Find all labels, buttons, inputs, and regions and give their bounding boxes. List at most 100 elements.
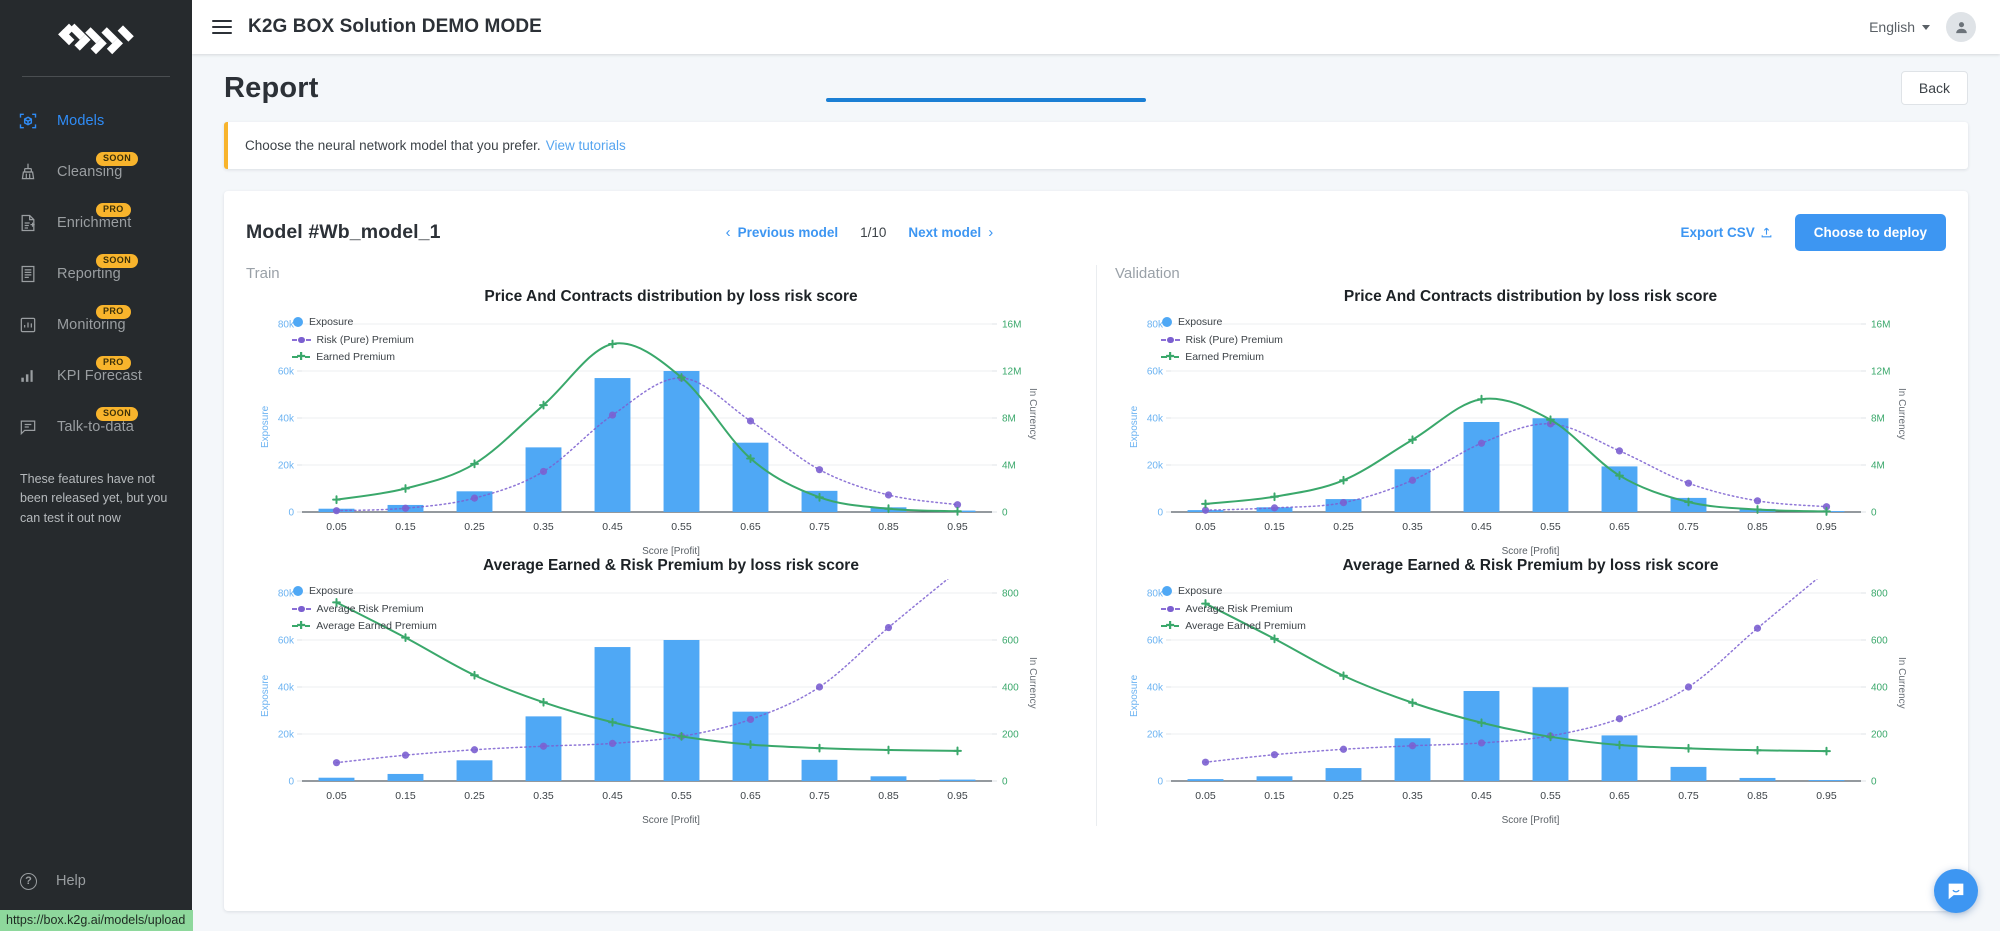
view-tutorials-link[interactable]: View tutorials bbox=[546, 138, 626, 153]
chart-legend: Exposure Average Risk Premium ✚ Average Ear… bbox=[1161, 585, 1306, 638]
svg-text:0.85: 0.85 bbox=[878, 521, 899, 533]
choose-to-deploy-button[interactable]: Choose to deploy bbox=[1794, 213, 1946, 251]
main-area: K2G BOX Solution DEMO MODE English Repor… bbox=[192, 0, 2000, 931]
svg-text:0.25: 0.25 bbox=[464, 790, 485, 802]
language-selector[interactable]: English bbox=[1869, 19, 1930, 35]
legend-label: Exposure bbox=[309, 316, 354, 329]
svg-text:0: 0 bbox=[1002, 777, 1008, 788]
legend-label: Average Earned Premium bbox=[1185, 620, 1306, 633]
legend-item[interactable]: Risk (Pure) Premium bbox=[292, 334, 414, 347]
page-title: Report bbox=[224, 71, 319, 104]
svg-text:400: 400 bbox=[1871, 683, 1888, 694]
sidebar-item-help[interactable]: ? Help bbox=[13, 861, 192, 901]
previous-model-label: Previous model bbox=[737, 224, 839, 240]
info-banner: Choose the neural network model that you… bbox=[224, 122, 1968, 169]
legend-marker-exposure bbox=[1162, 586, 1172, 597]
legend-label: Risk (Pure) Premium bbox=[316, 333, 414, 346]
sidebar-item-talk-to-data[interactable]: SOON Talk-to-data bbox=[0, 401, 192, 452]
svg-text:0.45: 0.45 bbox=[1471, 521, 1492, 533]
sidebar-item-kpi-forecast[interactable]: PRO KPI Forecast bbox=[0, 350, 192, 401]
chart-plot: 0 20k 40k 60k 80k 0 4M 8M 12M 16M 0.05 0.15 0.25 0.35… bbox=[246, 310, 1096, 552]
svg-text:0: 0 bbox=[288, 777, 294, 788]
cube-scan-icon bbox=[13, 106, 43, 136]
pane-label: Train bbox=[246, 265, 280, 282]
svg-text:0.55: 0.55 bbox=[671, 790, 692, 802]
previous-model-button[interactable]: ‹ Previous model bbox=[726, 224, 839, 241]
svg-text:400: 400 bbox=[1002, 683, 1019, 694]
back-button[interactable]: Back bbox=[1900, 71, 1968, 105]
legend-item[interactable]: Exposure bbox=[1161, 585, 1306, 598]
model-counter: 1/10 bbox=[860, 224, 887, 240]
chat-bubble-icon bbox=[1948, 883, 1964, 900]
svg-text:4M: 4M bbox=[1871, 461, 1885, 472]
legend-marker-exposure bbox=[293, 317, 303, 328]
svg-text:40k: 40k bbox=[1147, 414, 1164, 425]
legend-item[interactable]: Average Risk Premium bbox=[292, 603, 437, 616]
svg-text:20k: 20k bbox=[1147, 730, 1164, 741]
legend-item[interactable]: Average Risk Premium bbox=[1161, 603, 1306, 616]
legend-label: Exposure bbox=[1178, 316, 1223, 329]
broom-icon bbox=[13, 157, 43, 187]
svg-text:20k: 20k bbox=[1147, 461, 1164, 472]
page-header: Report Back bbox=[224, 54, 1968, 122]
svg-text:0.55: 0.55 bbox=[671, 521, 692, 533]
sidebar-item-cleansing[interactable]: SOON Cleansing bbox=[0, 146, 192, 197]
chevron-left-icon: ‹ bbox=[725, 223, 731, 241]
legend-item[interactable]: Exposure bbox=[292, 316, 414, 329]
svg-text:0.95: 0.95 bbox=[947, 521, 968, 533]
app-root: Models SOON Cleansing PRO Enrichment SOO… bbox=[0, 0, 2000, 931]
chart-train-avg-premium: Average Earned & Risk Premium by loss ri… bbox=[246, 557, 1096, 826]
legend-item[interactable]: ✚ Earned Premium bbox=[1161, 351, 1283, 364]
legend-label: Risk (Pure) Premium bbox=[1185, 333, 1283, 346]
legend-item[interactable]: ✚ Average Earned Premium bbox=[1161, 620, 1306, 633]
sidebar-nav: Models SOON Cleansing PRO Enrichment SOO… bbox=[0, 91, 192, 452]
trend-icon bbox=[13, 361, 43, 391]
legend-item[interactable]: Exposure bbox=[1161, 316, 1283, 329]
chat-support-button[interactable] bbox=[1934, 869, 1978, 913]
chart-validation-avg-premium: Average Earned & Risk Premium by loss ri… bbox=[1115, 557, 1946, 826]
hamburger-icon[interactable] bbox=[212, 20, 232, 34]
legend-item[interactable]: Exposure bbox=[292, 585, 437, 598]
chart-title: Price And Contracts distribution by loss… bbox=[1343, 288, 1718, 305]
svg-text:0.55: 0.55 bbox=[1540, 790, 1561, 802]
legend-item[interactable]: ✚ Average Earned Premium bbox=[292, 620, 437, 633]
svg-text:0.95: 0.95 bbox=[1816, 790, 1837, 802]
svg-text:0.65: 0.65 bbox=[1609, 521, 1630, 533]
sidebar-item-models[interactable]: Models bbox=[0, 95, 192, 146]
pane-validation: Validation Price And Contracts distribut… bbox=[1096, 265, 1946, 826]
svg-text:12M: 12M bbox=[1871, 367, 1890, 378]
svg-text:16M: 16M bbox=[1002, 320, 1021, 331]
chat-list-icon bbox=[13, 412, 43, 442]
legend-marker-exposure bbox=[1162, 317, 1172, 328]
help-label: Help bbox=[56, 873, 86, 889]
sidebar-item-reporting[interactable]: SOON Reporting bbox=[0, 248, 192, 299]
user-avatar[interactable] bbox=[1946, 12, 1976, 42]
svg-text:800: 800 bbox=[1871, 589, 1888, 600]
user-avatar-icon bbox=[1955, 21, 1967, 33]
svg-text:0.25: 0.25 bbox=[1333, 790, 1354, 802]
page-content: Report Back Choose the neural network mo… bbox=[192, 54, 2000, 931]
sidebar-badge: SOON bbox=[96, 407, 139, 421]
svg-text:0: 0 bbox=[1871, 508, 1877, 519]
svg-text:0.85: 0.85 bbox=[878, 790, 899, 802]
svg-text:0: 0 bbox=[1002, 508, 1008, 519]
model-title: Model #Wb_model_1 bbox=[246, 220, 441, 243]
model-pager: ‹ Previous model 1/10 Next model › bbox=[726, 224, 994, 241]
svg-text:0.65: 0.65 bbox=[740, 790, 761, 802]
legend-marker-solid: ✚ bbox=[1161, 620, 1180, 632]
sidebar-item-monitoring[interactable]: PRO Monitoring bbox=[0, 299, 192, 350]
brand-logo[interactable] bbox=[0, 0, 192, 76]
language-label: English bbox=[1869, 19, 1915, 35]
info-banner-text: Choose the neural network model that you… bbox=[245, 138, 541, 153]
export-csv-button[interactable]: Export CSV bbox=[1680, 225, 1772, 240]
svg-text:0.35: 0.35 bbox=[1402, 790, 1423, 802]
next-model-button[interactable]: Next model › bbox=[908, 224, 993, 241]
sidebar-item-enrichment[interactable]: PRO Enrichment bbox=[0, 197, 192, 248]
legend-item[interactable]: Risk (Pure) Premium bbox=[1161, 334, 1283, 347]
legend-item[interactable]: ✚ Earned Premium bbox=[292, 351, 414, 364]
chart-plot: 0 20k 40k 60k 80k 0 200 400 600 800 0.05 0.15 0.25 0.… bbox=[246, 579, 1096, 821]
svg-text:4M: 4M bbox=[1002, 461, 1016, 472]
svg-text:0.65: 0.65 bbox=[740, 521, 761, 533]
svg-text:20k: 20k bbox=[278, 461, 295, 472]
sidebar-item-label: Reporting bbox=[57, 265, 121, 282]
